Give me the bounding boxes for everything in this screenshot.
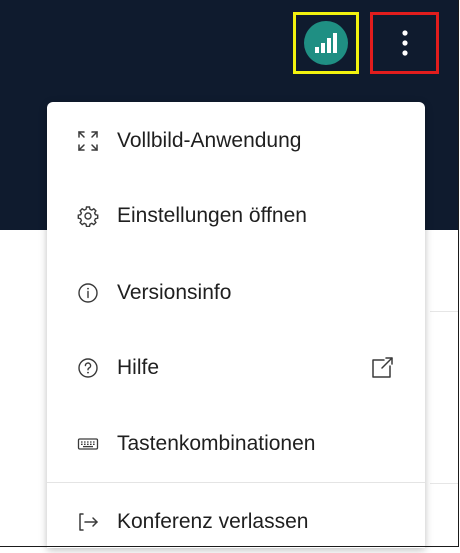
menu-item-label: Vollbild-Anwendung bbox=[117, 129, 302, 152]
menu-item-leave-conference[interactable]: Konferenz verlassen bbox=[47, 491, 425, 553]
menu-item-fullscreen[interactable]: Vollbild-Anwendung bbox=[47, 110, 425, 172]
menu-item-label: Konferenz verlassen bbox=[117, 510, 309, 533]
signal-bars-icon bbox=[315, 33, 337, 53]
divider bbox=[430, 483, 459, 484]
connection-status-indicator bbox=[304, 21, 348, 65]
menu-item-label: Versionsinfo bbox=[117, 281, 232, 304]
menu-item-label: Hilfe bbox=[117, 356, 160, 379]
menu-item-help[interactable]: Hilfe bbox=[47, 337, 425, 399]
overflow-menu: Vollbild-Anwendung Einstellungen öffnen … bbox=[47, 102, 425, 548]
menu-item-settings[interactable]: Einstellungen öffnen bbox=[47, 185, 425, 247]
more-options-button[interactable] bbox=[370, 12, 439, 74]
fullscreen-icon bbox=[77, 130, 99, 152]
menu-item-keyboard-shortcuts[interactable]: Tastenkombinationen bbox=[47, 413, 425, 475]
info-icon bbox=[77, 282, 99, 304]
gear-icon bbox=[77, 205, 99, 227]
connection-status-button[interactable] bbox=[293, 12, 359, 74]
help-icon bbox=[77, 357, 99, 379]
keyboard-icon bbox=[77, 433, 99, 455]
divider bbox=[430, 311, 459, 312]
menu-item-version-info[interactable]: Versionsinfo bbox=[47, 262, 425, 324]
menu-divider bbox=[47, 482, 425, 483]
menu-item-label: Tastenkombinationen bbox=[117, 432, 316, 455]
menu-item-label: Einstellungen öffnen bbox=[117, 204, 307, 227]
external-link-icon bbox=[369, 355, 395, 381]
logout-icon bbox=[77, 511, 99, 533]
vertical-dots-icon bbox=[401, 30, 408, 56]
